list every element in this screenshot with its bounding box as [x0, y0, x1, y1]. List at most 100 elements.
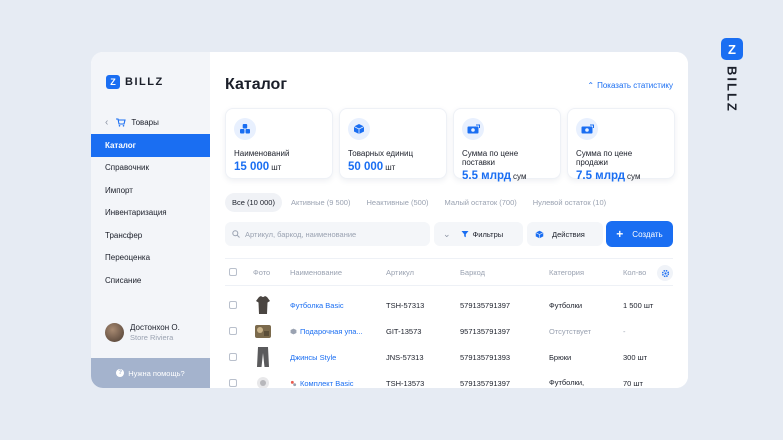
help-label: Нужна помощь? [128, 368, 185, 378]
catalog-table: Фото Наименование Артикул Баркод Категор… [225, 258, 673, 388]
row-checkbox[interactable] [229, 301, 237, 309]
stat-value: 5.5 млрд [462, 170, 512, 182]
boxes-icon [234, 118, 256, 140]
gear-icon [661, 269, 669, 277]
stat-value: 15 000 [234, 161, 270, 173]
table-row[interactable]: Джинсы Style JNS-57313 579135791393 Брюк… [225, 344, 673, 370]
stat-card-supply-sum: Сумма по цене поставки 5.5 млрд сум [453, 108, 561, 182]
box-icon [290, 328, 297, 334]
sidebar-item-transfer[interactable]: Трансфер [91, 224, 210, 247]
sidebar-item-repricing[interactable]: Переоценка [91, 247, 210, 270]
cell-qty: 300 шт [623, 352, 648, 362]
logo-icon: Z [106, 75, 120, 89]
row-checkbox[interactable] [229, 353, 237, 361]
column-settings-button[interactable] [657, 265, 673, 281]
filters-label: Фильтры [472, 229, 504, 239]
stat-unit: сум [627, 172, 641, 181]
table-row[interactable]: Футболка Basic TSH-57313 579135791397 Фу… [225, 292, 673, 318]
stat-label: Товарных единиц [348, 149, 414, 158]
cell-article: GIT-13573 [386, 326, 422, 336]
back-label: Товары [131, 118, 159, 127]
table-row[interactable]: Комплект Basic TSH-13573 579135791397 Фу… [225, 370, 673, 388]
sidebar-item-import[interactable]: Импорт [91, 179, 210, 202]
stat-unit: шт [385, 163, 396, 172]
header-barcode[interactable]: Баркод [460, 268, 549, 277]
cell-article: TSH-13573 [386, 378, 425, 388]
sidebar-logo[interactable]: Z BILLZ [106, 75, 164, 89]
logo-text: BILLZ [125, 76, 164, 88]
tab-low-stock[interactable]: Малый остаток (700) [438, 193, 524, 212]
cell-article: JNS-57313 [386, 352, 424, 362]
cell-category: Брюки [549, 352, 572, 362]
select-all-checkbox[interactable] [229, 268, 237, 276]
tab-active[interactable]: Активные (9 500) [284, 193, 358, 212]
product-name-link[interactable]: Комплект Basic [300, 379, 354, 388]
sidebar-item-writeoff[interactable]: Списание [91, 269, 210, 292]
user-profile[interactable]: Достонхон О. Store Riviera [105, 323, 180, 342]
user-store: Store Riviera [130, 333, 174, 342]
brand-mark: Z BILLZ [720, 38, 744, 113]
stat-label: Сумма по цене поставки [462, 149, 519, 167]
row-checkbox[interactable] [229, 327, 237, 335]
cell-qty: 1 500 шт [623, 300, 654, 310]
stat-card-sale-sum: Сумма по цене продажи 7.5 млрд сум [567, 108, 675, 182]
plus-icon: + [616, 227, 624, 241]
search-bar [225, 222, 430, 246]
stat-card-items: Наименований 15 000 шт [225, 108, 333, 179]
stat-value: 7.5 млрд [576, 170, 626, 182]
tab-all[interactable]: Все (10 000) [225, 193, 282, 212]
avatar [105, 323, 124, 342]
actions-button[interactable]: Действия [527, 222, 603, 246]
cell-qty: 70 шт [623, 378, 643, 388]
stat-label: Наименований [234, 149, 290, 158]
filter-tabs: Все (10 000) Активные (9 500) Неактивные… [225, 193, 615, 212]
product-photo [253, 346, 273, 368]
sidebar-item-directory[interactable]: Справочник [91, 157, 210, 180]
create-label: Создать [632, 229, 663, 239]
table-row[interactable]: Подарочная упа... GIT-13573 957135791397… [225, 318, 673, 344]
search-input[interactable] [245, 229, 425, 239]
chevron-down-icon: ⌄ [443, 228, 451, 239]
product-photo [253, 320, 273, 342]
money-icon [462, 118, 484, 140]
stat-card-units: Товарных единиц 50 000 шт [339, 108, 447, 179]
bundle-icon [290, 380, 297, 386]
sidebar-item-catalog[interactable]: Каталог [91, 134, 210, 157]
stat-label: Сумма по цене продажи [576, 149, 633, 167]
back-to-products[interactable]: ‹ Товары [105, 117, 159, 128]
money-icon [576, 118, 598, 140]
user-name: Достонхон О. [130, 323, 180, 332]
stat-unit: сум [513, 172, 527, 181]
create-button[interactable]: + Создать [606, 221, 673, 247]
product-name-link[interactable]: Джинсы Style [290, 353, 386, 362]
header-category[interactable]: Категория [549, 268, 623, 277]
filters-button[interactable]: ⌄ Фильтры [434, 222, 523, 246]
tab-zero-stock[interactable]: Нулевой остаток (10) [526, 193, 613, 212]
stat-value: 50 000 [348, 161, 384, 173]
product-photo [253, 372, 273, 388]
help-button[interactable]: ? Нужна помощь? [91, 358, 210, 388]
cell-barcode: 579135791397 [460, 300, 511, 310]
sidebar-menu: Каталог Справочник Импорт Инвентаризация… [91, 134, 210, 292]
header-name[interactable]: Наименование [290, 268, 386, 277]
header-photo: Фото [253, 267, 271, 277]
tab-inactive[interactable]: Неактивные (500) [359, 193, 435, 212]
sidebar-item-inventory[interactable]: Инвентаризация [91, 202, 210, 225]
page-title: Каталог [225, 76, 287, 93]
actions-label: Действия [552, 229, 585, 239]
search-icon [232, 230, 240, 238]
show-stats-link[interactable]: ⌃ Показать статистику [587, 81, 673, 90]
product-photo [253, 294, 273, 316]
product-name-link[interactable]: Футболка Basic [290, 301, 386, 310]
header-article[interactable]: Артикул [386, 268, 460, 277]
app-window: Z BILLZ ‹ Товары Каталог Справочник Импо… [91, 52, 688, 388]
cell-barcode: 579135791393 [460, 352, 511, 362]
row-checkbox[interactable] [229, 379, 237, 387]
cell-barcode: 579135791397 [460, 378, 511, 388]
question-icon: ? [116, 369, 125, 377]
chevron-left-icon: ‹ [105, 117, 109, 128]
cart-icon [116, 118, 127, 127]
cell-qty: - [623, 326, 626, 336]
brand-wordmark: BILLZ [724, 66, 740, 113]
product-name-link[interactable]: Подарочная упа... [300, 327, 363, 336]
